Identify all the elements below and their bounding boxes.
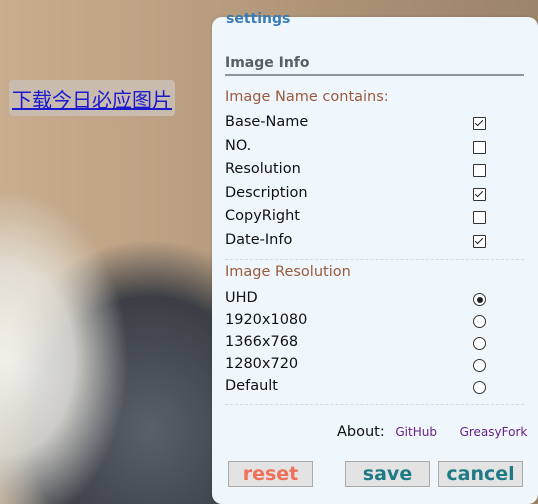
option-no[interactable]: NO. — [225, 138, 491, 160]
download-today-image-button[interactable]: 下载今日必应图片 — [9, 80, 175, 116]
radio-button[interactable] — [473, 315, 486, 328]
option-label: Default — [225, 378, 278, 394]
option-label: 1366x768 — [225, 334, 299, 350]
radio-button[interactable] — [473, 381, 486, 394]
option-base-name[interactable]: Base-Name — [225, 114, 491, 136]
checkbox[interactable] — [473, 164, 486, 177]
option-label: 1920x1080 — [225, 312, 308, 328]
resolution-1280x720[interactable]: 1280x720 — [225, 356, 491, 378]
panel-title: settings — [226, 11, 291, 27]
about-row: About: GitHub GreasyFork — [337, 424, 527, 440]
checkbox[interactable] — [473, 188, 486, 201]
option-label: Date-Info — [225, 232, 293, 248]
divider — [225, 259, 524, 260]
about-label: About: — [337, 424, 385, 440]
resolution-uhd[interactable]: UHD — [225, 290, 491, 312]
name-group-label: Image Name contains: — [225, 89, 389, 105]
checkbox[interactable] — [473, 211, 486, 224]
resolution-default[interactable]: Default — [225, 378, 491, 400]
checkbox[interactable] — [473, 235, 486, 248]
option-resolution[interactable]: Resolution — [225, 161, 491, 183]
radio-button[interactable] — [473, 359, 486, 372]
settings-panel: settings Image Info Image Name contains:… — [212, 11, 538, 504]
option-date-info[interactable]: Date-Info — [225, 232, 491, 254]
reset-button[interactable]: reset — [228, 461, 313, 487]
option-label: Base-Name — [225, 114, 309, 130]
option-label: Resolution — [225, 161, 301, 177]
option-label: CopyRight — [225, 208, 300, 224]
option-label: UHD — [225, 290, 258, 306]
greasyfork-link[interactable]: GreasyFork — [460, 425, 528, 439]
save-button[interactable]: save — [345, 461, 430, 487]
radio-button[interactable] — [473, 293, 486, 306]
checkbox[interactable] — [473, 117, 486, 130]
cancel-button[interactable]: cancel — [438, 461, 523, 487]
resolution-group-label: Image Resolution — [225, 264, 351, 280]
resolution-1366x768[interactable]: 1366x768 — [225, 334, 491, 356]
option-label: Description — [225, 185, 308, 201]
option-label: 1280x720 — [225, 356, 299, 372]
option-description[interactable]: Description — [225, 185, 491, 207]
option-label: NO. — [225, 138, 252, 154]
section-title: Image Info — [225, 55, 524, 76]
download-link[interactable]: 下载今日必应图片 — [12, 84, 172, 113]
checkbox[interactable] — [473, 141, 486, 154]
github-link[interactable]: GitHub — [395, 425, 437, 439]
option-copyright[interactable]: CopyRight — [225, 208, 491, 230]
divider — [225, 404, 524, 405]
resolution-1920x1080[interactable]: 1920x1080 — [225, 312, 491, 334]
radio-button[interactable] — [473, 337, 486, 350]
